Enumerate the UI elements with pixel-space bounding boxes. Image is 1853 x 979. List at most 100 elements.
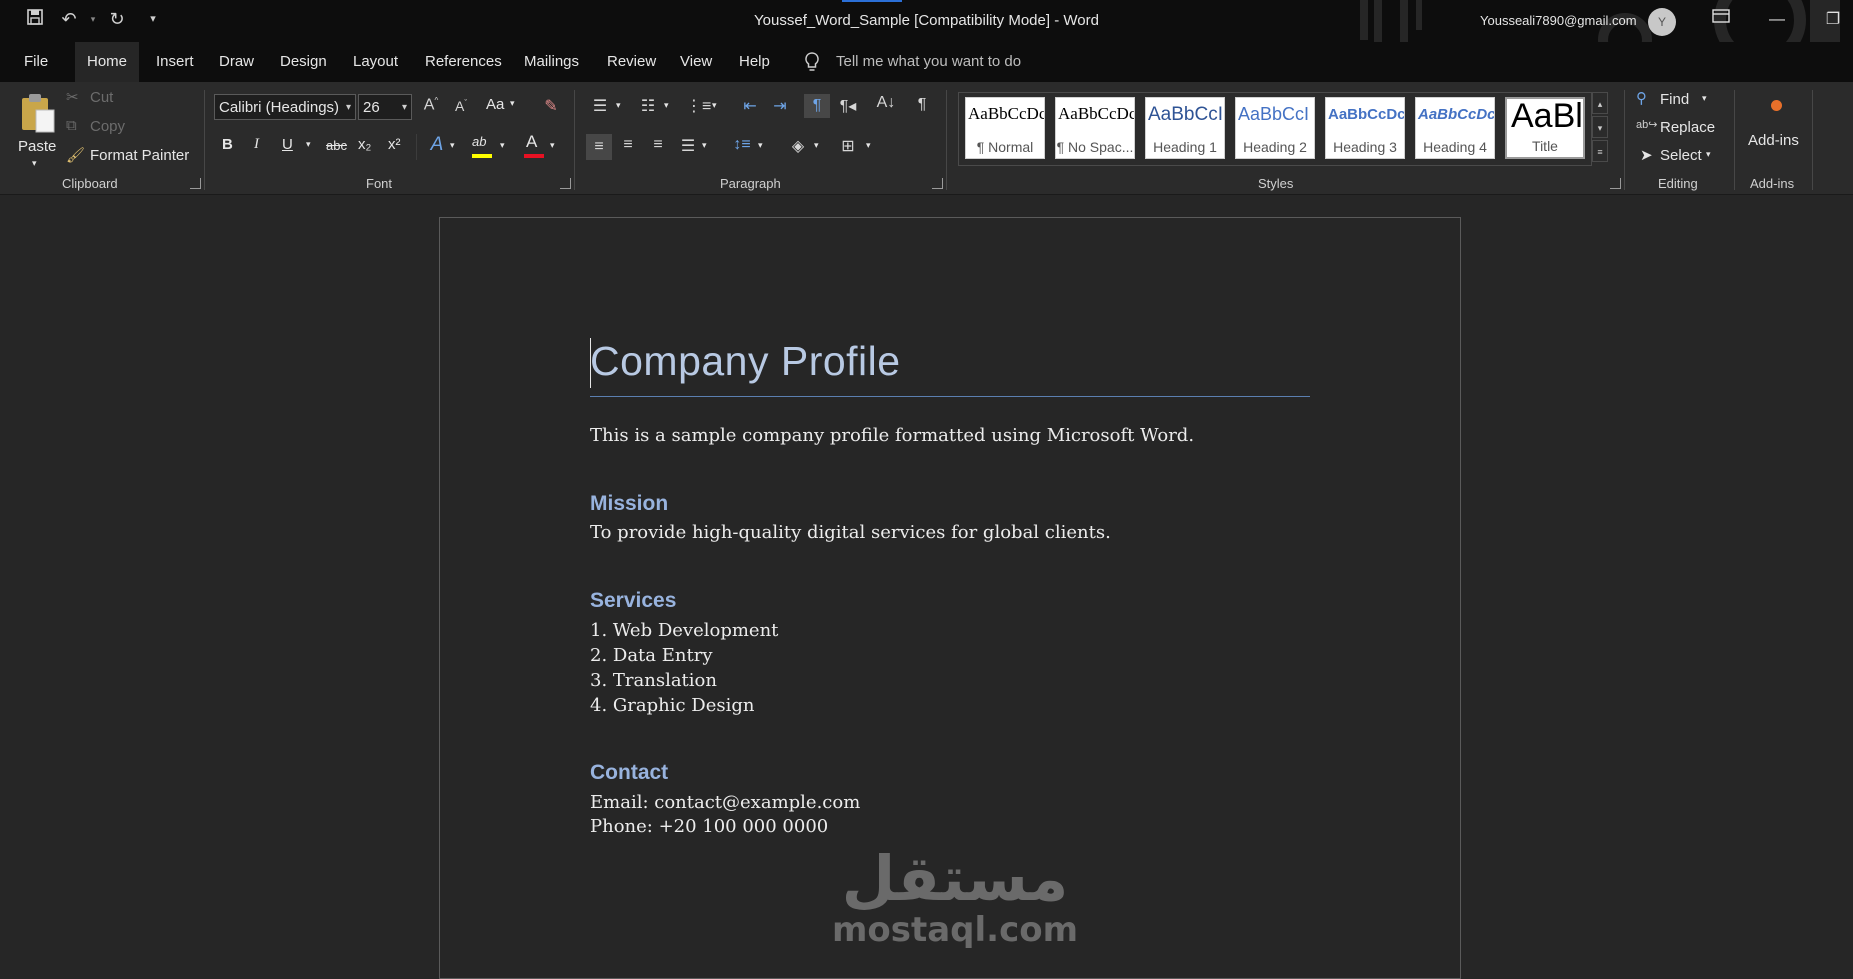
contact-email[interactable]: Email: contact@example.com [590, 792, 860, 813]
gallery-more[interactable]: ≡ [1592, 140, 1608, 162]
style-name: Heading 4 [1423, 139, 1487, 155]
ribbon-display-options-icon[interactable] [1706, 6, 1736, 34]
tab-references[interactable]: References [413, 42, 514, 82]
gallery-scroll-up[interactable]: ▴ [1592, 92, 1608, 114]
avatar[interactable]: Y [1648, 8, 1676, 36]
justify-icon[interactable]: ☰ [676, 136, 700, 156]
contact-phone[interactable]: Phone: +20 100 000 0000 [590, 816, 828, 837]
mission-paragraph[interactable]: To provide high-quality digital services… [590, 522, 1111, 543]
tab-help[interactable]: Help [727, 42, 782, 82]
font-dialog-launcher[interactable] [560, 178, 571, 189]
highlight-color-button[interactable]: ab ▾ [470, 132, 510, 162]
paragraph-group-label: Paragraph [720, 176, 781, 191]
contact-heading[interactable]: Contact [590, 761, 668, 785]
numbering-icon[interactable]: ☷ [636, 96, 660, 116]
multilevel-list-icon[interactable]: ⋮≡ [686, 96, 711, 116]
document-body[interactable]: Company Profile This is a sample company… [440, 218, 1460, 978]
restore-icon[interactable]: ❐ [1818, 6, 1848, 34]
grow-font-icon[interactable]: A^ [420, 96, 442, 114]
style-name: Title [1532, 138, 1558, 154]
sort-icon[interactable]: A↓ [874, 94, 898, 112]
paragraph-dialog-launcher[interactable] [932, 178, 943, 189]
find-button[interactable]: ⚲ Find ▾ [1636, 90, 1736, 112]
subscript-button[interactable]: x₂ [358, 136, 371, 153]
align-center-icon[interactable]: ≡ [616, 136, 640, 154]
chevron-down-icon[interactable]: ▾ [616, 100, 621, 111]
intro-paragraph[interactable]: This is a sample company profile formatt… [590, 425, 1194, 446]
show-formatting-marks-icon[interactable]: ¶ [910, 96, 934, 114]
copy-button[interactable]: ⧉ Copy [66, 117, 176, 139]
clear-formatting-icon[interactable]: ✎ [540, 96, 562, 116]
font-size-combo[interactable]: 26 ▾ [358, 94, 412, 120]
shading-icon[interactable]: ◈ [786, 136, 810, 156]
style-normal[interactable]: AaBbCcDc ¶ Normal [965, 97, 1045, 159]
shrink-font-icon[interactable]: Aˇ [450, 98, 472, 114]
align-left-icon[interactable]: ≡ [586, 134, 612, 160]
font-color-button[interactable]: A ▾ [522, 132, 562, 162]
tell-me-search[interactable]: Tell me what you want to do [836, 42, 1021, 82]
tab-insert[interactable]: Insert [144, 42, 206, 82]
cut-label: Cut [90, 89, 114, 106]
replace-button[interactable]: ab↪ Replace [1636, 118, 1736, 140]
font-family-combo[interactable]: Calibri (Headings) ▾ [214, 94, 356, 120]
list-item[interactable]: 2. Data Entry [590, 645, 712, 666]
gallery-scroll-down[interactable]: ▾ [1592, 116, 1608, 138]
increase-indent-icon[interactable]: ⇥ [768, 96, 792, 116]
format-painter-button[interactable]: 🖌 Format Painter [66, 146, 196, 168]
superscript-button[interactable]: x² [388, 136, 401, 153]
underline-dropdown-icon[interactable]: ▾ [306, 139, 311, 150]
chevron-down-icon[interactable]: ▾ [702, 140, 707, 151]
clipboard-group-label: Clipboard [62, 176, 118, 191]
addins-button[interactable]: Add-ins [1742, 88, 1810, 168]
styles-dialog-launcher[interactable] [1610, 178, 1621, 189]
services-heading[interactable]: Services [590, 589, 676, 613]
tab-layout[interactable]: Layout [341, 42, 410, 82]
chevron-down-icon[interactable]: ▾ [712, 100, 717, 111]
minimize-icon[interactable]: — [1762, 6, 1792, 34]
style-heading-3[interactable]: AaBbCcDc Heading 3 [1325, 97, 1405, 159]
style-name: ¶ No Spac... [1056, 139, 1134, 155]
chevron-down-icon[interactable]: ▾ [758, 140, 763, 151]
mission-heading[interactable]: Mission [590, 492, 668, 516]
underline-button[interactable]: U [282, 136, 293, 153]
document-title-text[interactable]: Company Profile [590, 338, 901, 385]
chevron-down-icon[interactable]: ▾ [814, 140, 819, 151]
list-item[interactable]: 3. Translation [590, 670, 717, 691]
tab-mailings[interactable]: Mailings [512, 42, 591, 82]
tab-home[interactable]: Home [75, 42, 140, 82]
document-page[interactable]: Company Profile This is a sample company… [439, 217, 1461, 979]
bold-button[interactable]: B [222, 136, 233, 153]
paste-button[interactable]: Paste ▾ [14, 88, 58, 168]
chevron-down-icon[interactable]: ▾ [664, 100, 669, 111]
ltr-paragraph-icon[interactable]: ¶ [804, 94, 830, 118]
line-spacing-icon[interactable]: ↕≡ [730, 136, 754, 154]
style-heading-1[interactable]: AaBbCcI Heading 1 [1145, 97, 1225, 159]
text-effects-icon[interactable]: A [426, 134, 448, 156]
align-right-icon[interactable]: ≡ [646, 136, 670, 154]
decrease-indent-icon[interactable]: ⇤ [738, 96, 762, 116]
tab-file[interactable]: File [12, 42, 60, 82]
list-item[interactable]: 4. Graphic Design [590, 695, 754, 716]
style-title[interactable]: AaBl Title [1505, 97, 1585, 159]
list-item[interactable]: 1. Web Development [590, 620, 778, 641]
bullets-icon[interactable]: ☰ [588, 96, 612, 116]
group-separator [946, 90, 947, 190]
tab-design[interactable]: Design [268, 42, 339, 82]
chevron-down-icon[interactable]: ▾ [866, 140, 871, 151]
tab-draw[interactable]: Draw [207, 42, 266, 82]
select-button[interactable]: ➤ Select ▾ [1636, 146, 1736, 168]
clipboard-dialog-launcher[interactable] [190, 178, 201, 189]
rtl-paragraph-icon[interactable]: ¶◂ [836, 96, 860, 116]
style-heading-2[interactable]: AaBbCcI Heading 2 [1235, 97, 1315, 159]
italic-button[interactable]: I [254, 136, 259, 153]
change-case-button[interactable]: Aa ▾ [486, 96, 526, 118]
chevron-down-icon[interactable]: ▾ [450, 140, 455, 151]
style-heading-4[interactable]: AaBbCcDc Heading 4 [1415, 97, 1495, 159]
cut-button[interactable]: ✂ Cut [66, 88, 176, 110]
borders-icon[interactable]: ⊞ [836, 136, 860, 156]
tab-review[interactable]: Review [595, 42, 668, 82]
style-no-spacing[interactable]: AaBbCcDc ¶ No Spac... [1055, 97, 1135, 159]
strikethrough-button[interactable]: abc [326, 138, 347, 153]
tab-view[interactable]: View [668, 42, 724, 82]
user-email[interactable]: Yousseali7890@gmail.com [1480, 13, 1637, 28]
